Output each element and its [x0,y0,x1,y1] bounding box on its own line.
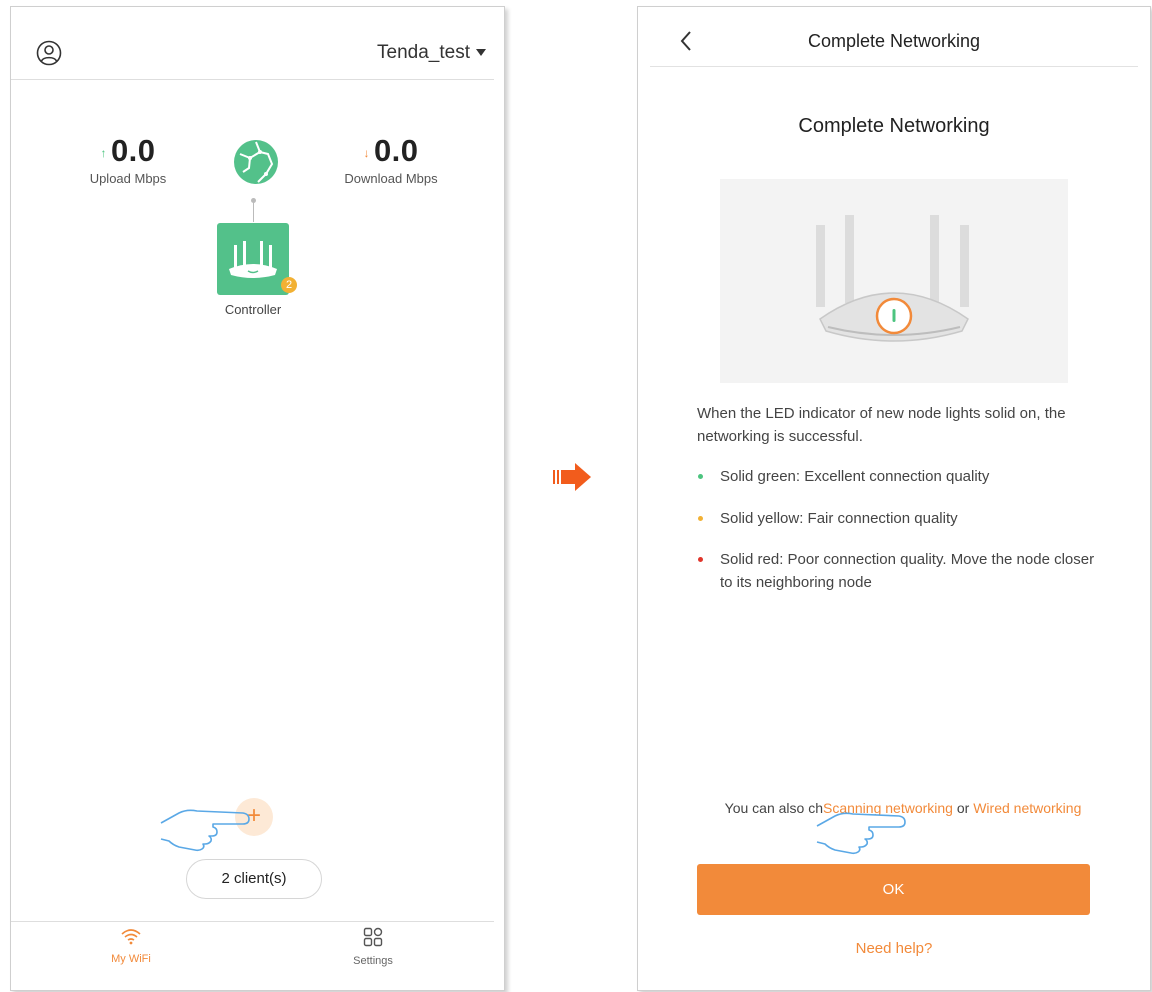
connected-count-badge: 2 [281,277,297,293]
ok-button[interactable]: OK [697,864,1090,915]
led-yellow-item: Solid yellow: Fair connection quality [698,507,1098,530]
router-icon [229,241,277,278]
yellow-dot-icon [698,516,703,521]
controller-node[interactable] [217,223,289,295]
page-title: Complete Networking [798,115,990,137]
led-green-text: Solid green: Excellent connection qualit… [720,468,990,485]
router-illustration [720,179,1068,383]
router-led-icon [816,215,969,342]
tabbar-divider [11,921,494,922]
download-stat: ↓ 0.0 Download Mbps [326,133,456,186]
need-help-link[interactable]: Need help? [638,940,1150,957]
pointing-hand-icon [816,812,906,855]
led-green-item: Solid green: Excellent connection qualit… [698,465,1098,488]
user-account-icon[interactable] [36,40,62,66]
clients-button[interactable]: 2 client(s) [186,859,322,899]
wired-networking-link[interactable]: Wired networking [973,800,1081,816]
red-dot-icon [698,557,703,562]
tab-my-wifi-label: My WiFi [111,953,151,965]
header-divider [650,66,1138,67]
grid-icon [363,927,383,947]
link-line [253,200,254,222]
network-selector[interactable]: Tenda_test [377,42,470,64]
pointing-hand-icon [160,809,250,852]
tab-settings-label: Settings [353,955,393,967]
my-wifi-screen: Tenda_test ↑ 0.0 Upload Mbps ↓ 0.0 Downloa… [10,6,505,991]
header-divider [11,79,494,80]
header-title: Complete Networking [807,31,981,51]
upload-value: 0.0 [110,133,156,168]
top-bar: Tenda_test [11,7,504,80]
alternative-prefix: You can also ch [724,800,823,816]
wifi-icon [121,929,141,945]
next-step-arrow-icon [553,463,591,491]
led-description: When the LED indicator of new node light… [697,405,1066,445]
led-yellow-text: Solid yellow: Fair connection quality [720,510,958,527]
alternative-or: or [952,800,974,816]
tab-settings[interactable]: Settings [313,927,433,967]
complete-networking-screen: Complete Networking Complete Networking … [637,6,1151,991]
caret-down-icon[interactable] [476,49,486,56]
upload-label: Upload Mbps [89,171,167,186]
led-red-item: Solid red: Poor connection quality. Move… [698,548,1098,594]
green-dot-icon [698,474,703,479]
led-red-text: Solid red: Poor connection quality. Move… [720,551,1095,591]
download-value: 0.0 [373,133,419,168]
internet-globe-icon[interactable] [232,138,280,186]
upload-arrow-icon: ↑ [100,145,107,160]
tab-my-wifi[interactable]: My WiFi [71,927,191,965]
upload-stat: ↑ 0.0 Upload Mbps [63,133,193,186]
download-arrow-icon: ↓ [363,145,370,160]
controller-label: Controller [224,302,282,317]
download-label: Download Mbps [344,171,438,186]
